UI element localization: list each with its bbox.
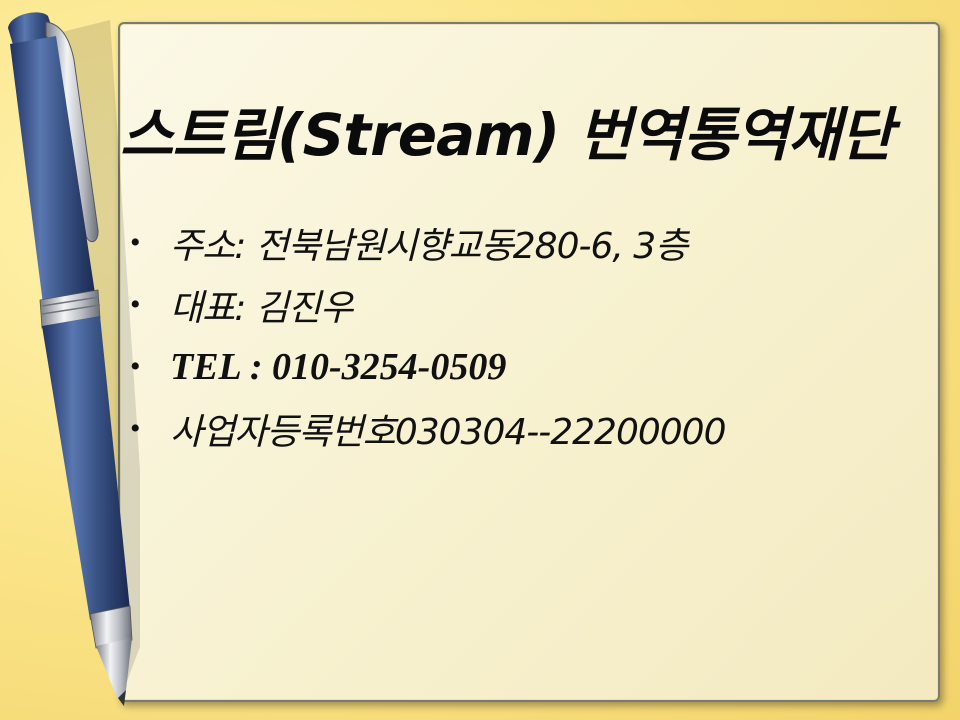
representative-text: 대표: 김진우 [170, 288, 353, 329]
bullet-dot: • [130, 350, 141, 383]
bullet-tel: • TEL : 010-3254-0509 [130, 336, 890, 398]
business-number-text: 사업자등록번호030304--22200000 [170, 412, 726, 453]
bullet-list: • 주소: 전북남원시향교동280-6, 3층 • 대표: 김진우 • TEL … [130, 212, 890, 460]
bullet-business-number: • 사업자등록번호030304--22200000 [130, 398, 890, 460]
bullet-dot: • [130, 226, 141, 259]
bullet-representative: • 대표: 김진우 [130, 274, 890, 336]
pen-illustration-icon [8, 12, 140, 706]
bullet-dot: • [130, 412, 141, 445]
address-text: 주소: 전북남원시향교동280-6, 3층 [170, 226, 688, 267]
tel-text: TEL : 010-3254-0509 [170, 346, 507, 388]
slide-title: 스트림(Stream) 번역통역재단 [120, 101, 893, 169]
bullet-dot: • [130, 288, 141, 321]
bullet-address: • 주소: 전북남원시향교동280-6, 3층 [130, 212, 890, 274]
